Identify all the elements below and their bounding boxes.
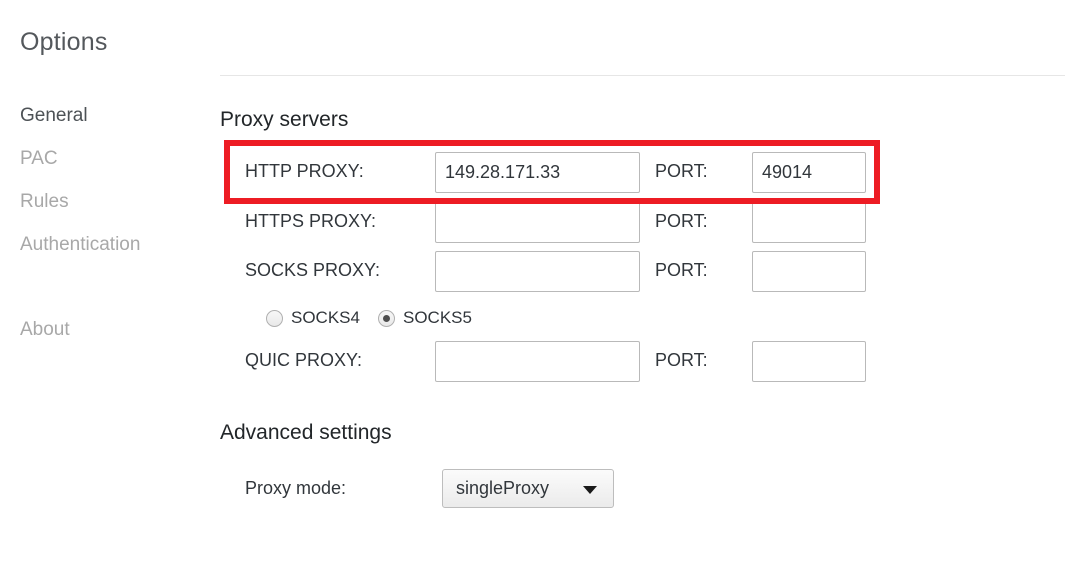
chevron-down-icon[interactable]	[583, 486, 597, 494]
sidebar-item-pac[interactable]: PAC	[20, 137, 210, 180]
sidebar-item-about[interactable]: About	[20, 308, 210, 351]
socks5-radio-label: SOCKS5	[402, 308, 472, 327]
form-row-https-proxy: HTTPS PROXY: PORT:	[220, 202, 900, 243]
http-proxy-label: HTTP PROXY:	[245, 161, 364, 181]
section-heading-advanced-settings: Advanced settings	[220, 421, 392, 444]
quic-proxy-port-label: PORT:	[655, 350, 708, 370]
socks-proxy-port-input[interactable]	[752, 251, 866, 292]
http-proxy-port-input[interactable]	[752, 152, 866, 193]
form-row-http-proxy: HTTP PROXY: PORT:	[220, 152, 900, 193]
sidebar-nav: General PAC Rules Authentication About	[20, 94, 210, 351]
sidebar-item-general[interactable]: General	[20, 94, 210, 137]
sidebar-nav-gap	[20, 266, 210, 308]
https-proxy-host-input[interactable]	[435, 202, 640, 243]
socks-proxy-host-input[interactable]	[435, 251, 640, 292]
proxy-mode-selected-value: singleProxy	[456, 478, 550, 498]
https-proxy-port-label: PORT:	[655, 211, 708, 231]
sidebar: Options General PAC Rules Authentication…	[0, 0, 220, 582]
radio-unchecked-icon[interactable]	[266, 309, 283, 327]
socks5-radio-option[interactable]: SOCKS5	[377, 308, 472, 328]
socks-proxy-port-label: PORT:	[655, 260, 708, 280]
http-proxy-port-label: PORT:	[655, 161, 708, 181]
socks-version-radio-group: SOCKS4 SOCKS5	[266, 306, 472, 330]
quic-proxy-port-input[interactable]	[752, 341, 866, 382]
form-row-quic-proxy: QUIC PROXY: PORT:	[220, 341, 900, 382]
form-row-socks-proxy: SOCKS PROXY: PORT:	[220, 251, 900, 292]
sidebar-item-authentication[interactable]: Authentication	[20, 223, 210, 266]
socks4-radio-label: SOCKS4	[291, 308, 360, 327]
radio-checked-icon[interactable]	[377, 309, 395, 327]
https-proxy-label: HTTPS PROXY:	[245, 211, 377, 231]
https-proxy-port-input[interactable]	[752, 202, 866, 243]
main-content: Proxy servers HTTP PROXY: PORT: HTTPS PR…	[220, 0, 1065, 582]
socks-proxy-label: SOCKS PROXY:	[245, 260, 381, 280]
page-title: Options	[20, 28, 108, 56]
section-heading-proxy-servers: Proxy servers	[220, 108, 349, 131]
quic-proxy-host-input[interactable]	[435, 341, 640, 382]
http-proxy-host-input[interactable]	[435, 152, 640, 193]
proxy-mode-label: Proxy mode:	[245, 478, 347, 498]
proxy-mode-select[interactable]: singleProxy	[442, 469, 614, 508]
socks4-radio-option[interactable]: SOCKS4	[266, 308, 360, 328]
quic-proxy-label: QUIC PROXY:	[245, 350, 363, 370]
sidebar-item-rules[interactable]: Rules	[20, 180, 210, 223]
